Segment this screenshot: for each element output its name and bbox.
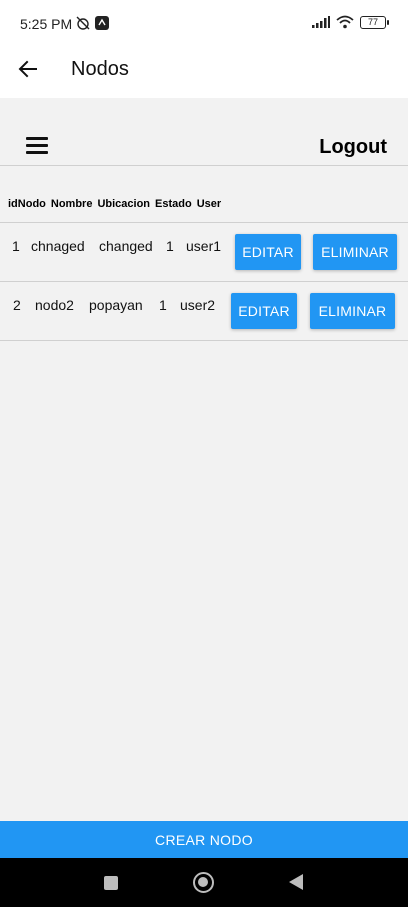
back-arrow-icon[interactable] [16,57,40,81]
system-nav-bar [0,858,408,907]
cell-id: 1 [12,238,20,254]
cell-nombre: nodo2 [35,297,74,313]
cell-estado: 1 [166,238,174,254]
back-nav-icon[interactable] [289,874,303,890]
app-bar: Nodos [0,48,408,98]
edit-button[interactable]: EDITAR [231,293,297,329]
header-estado: Estado [155,198,192,210]
page-title: Nodos [71,58,129,80]
home-nav-icon[interactable] [193,872,214,893]
menu-icon[interactable] [26,137,48,155]
signal-icon [312,16,330,28]
wifi-icon [336,15,354,29]
header-idnodo: idNodo [8,198,46,210]
header-ubicacion: Ubicacion [97,198,151,210]
cell-ubicacion: popayan [89,297,143,313]
delete-button[interactable]: ELIMINAR [313,234,397,270]
create-node-button[interactable]: CREAR NODO [0,821,408,858]
status-time: 5:25 PM [20,16,73,32]
cell-id: 2 [13,297,21,313]
square-nav-icon[interactable] [104,876,118,890]
header-nombre: Nombre [50,198,93,210]
edit-button[interactable]: EDITAR [235,234,301,270]
toolbar: Logout [0,124,408,166]
cell-nombre: chnaged [31,238,85,254]
battery-icon: 77 [360,15,389,29]
table-row: 2 nodo2 popayan 1 user2 EDITAR ELIMINAR [0,282,408,341]
alarm-off-icon [76,16,90,30]
app-notification-icon [95,16,109,30]
table-row: 1 chnaged changed 1 user1 EDITAR ELIMINA… [0,223,408,282]
status-bar: 5:25 PM 77 [0,0,408,48]
cell-ubicacion: changed [99,238,153,254]
logout-button[interactable]: Logout [319,136,387,159]
cell-estado: 1 [159,297,167,313]
table-header: idNodo Nombre Ubicacion Estado User [8,198,221,210]
header-user: User [196,198,222,210]
delete-button[interactable]: ELIMINAR [310,293,395,329]
cell-user: user2 [180,297,216,313]
cell-user: user1 [186,238,222,254]
